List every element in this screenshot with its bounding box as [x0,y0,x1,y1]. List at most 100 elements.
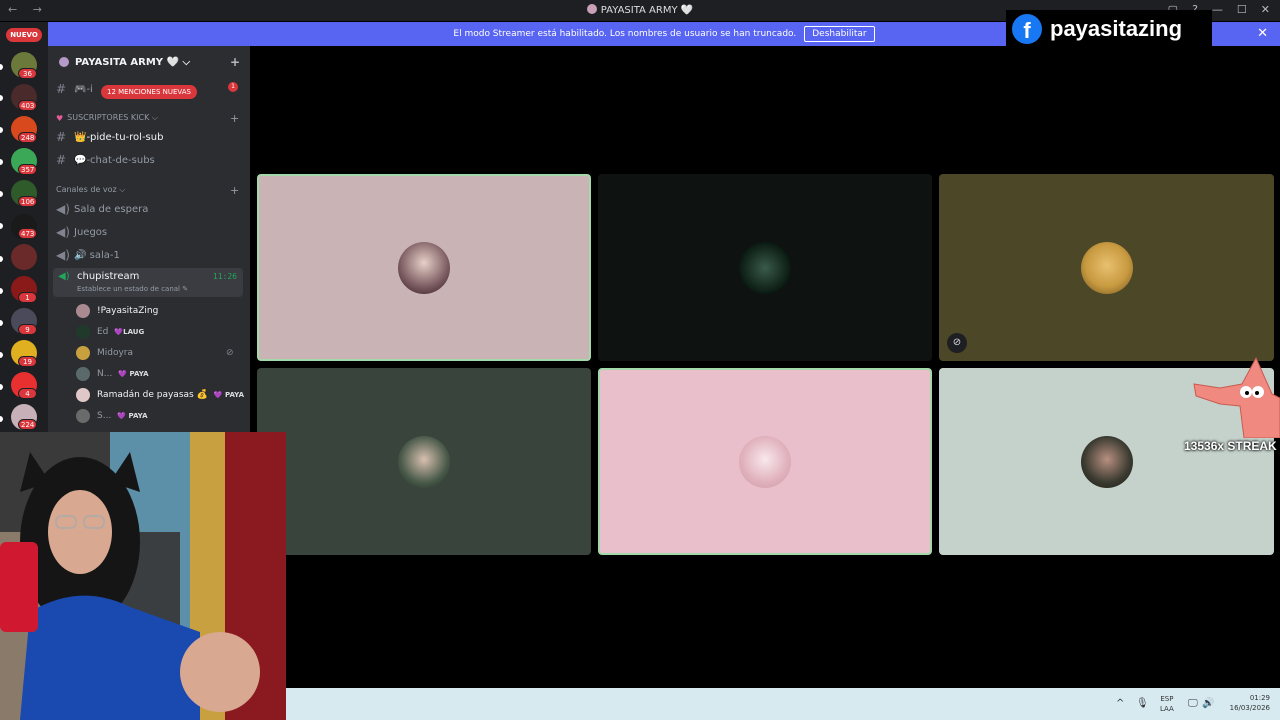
participant-avatar [739,241,791,294]
lang-bottom: LAA [1160,705,1174,713]
video-tile[interactable] [598,368,932,555]
avatar [76,409,90,423]
maximize-button[interactable]: ☐ [1237,3,1247,16]
network-icon[interactable]: 🖵 [1188,698,1198,709]
server-badge: 1 [18,292,37,303]
hash-icon: # [56,153,67,167]
unread-badge: 1 [228,82,238,92]
disable-streamer-button[interactable]: Deshabilitar [804,26,875,42]
mentions-pill[interactable]: 12 MENCIONES NUEVAS [101,85,197,99]
voice-user-name: Ed [97,327,109,337]
voice-channel-name: chupistream [77,271,140,282]
video-tile[interactable] [598,174,932,361]
voice-user-name: !PayasitaZing [97,306,159,316]
server-badge: 19 [18,356,37,367]
channel-item[interactable]: # 💬-chat-de-subs [56,153,155,167]
voice-user[interactable]: Midoyra ⊘ [76,346,234,360]
server-header[interactable]: PAYASITA ARMY 🤍 ⌵ + [48,46,250,78]
speaker-icon: ◀) [58,271,70,282]
channel-label: Sala de espera [74,203,149,215]
server-badge: 403 [18,100,38,111]
discord-stream-screen: ← → PAYASITA ARMY 🤍 ▢ ? — ☐ ✕ El modo St… [0,0,1280,720]
category-label: Canales de voz ⌵ [56,185,126,194]
language-indicator[interactable]: ESP LAA [1160,694,1174,714]
channel-label: Juegos [74,226,108,238]
voice-channel[interactable]: ◀) 🔊 sala-1 [56,248,120,262]
voice-user[interactable]: N... 💜 PAYA [76,367,149,381]
video-tile[interactable] [257,174,591,361]
channel-label: 🔊 sala-1 [74,249,120,261]
server-badge: 36 [18,68,37,79]
mic-icon[interactable]: 🎙 [1136,698,1149,709]
channel-item[interactable]: # 👑-pide-tu-rol-sub [56,130,163,144]
voice-user[interactable]: Ed 💜LAUG [76,325,144,339]
unread-pill [0,191,3,197]
channel-item[interactable]: # 🎮-i [56,82,93,96]
close-button[interactable]: ✕ [1261,3,1270,16]
voice-user[interactable]: S... 💜 PAYA [76,409,148,423]
unread-pill [0,320,3,326]
add-channel-icon[interactable]: + [230,184,239,197]
window-title: PAYASITA ARMY 🤍 [600,5,694,16]
muted-mic-icon: ⊘ [947,333,967,353]
channel-sidebar: PAYASITA ARMY 🤍 ⌵ + # 🎮-i 12 MENCIONES N… [48,46,250,432]
server-name: PAYASITA ARMY 🤍 ⌵ [75,56,191,68]
voice-user[interactable]: Ramadán de payasas 💰 💜 PAYA [76,388,244,402]
avatar [76,388,90,402]
server-badge: 357 [18,164,38,175]
heart-icon: ♥ [56,113,64,123]
active-voice-channel[interactable]: ◀) chupistream 11:26 Establece un estado… [53,268,243,297]
voice-channel[interactable]: ◀) Sala de espera [56,202,148,216]
voice-user-name: Midoyra [97,348,134,358]
deafened-icon: ⊘ [226,348,234,358]
video-tile[interactable]: ⊘ [939,174,1274,361]
webcam-overlay [0,432,286,720]
invite-icon[interactable]: + [230,55,240,69]
voice-timer: 11:26 [212,272,237,281]
hash-icon: # [56,82,67,96]
voice-user-tag: 💜LAUG [114,328,145,336]
unread-pill [0,64,3,70]
participant-avatar [398,435,450,488]
volume-icon[interactable]: 🔊 [1202,698,1214,709]
clock-date: 16/03/2026 [1229,704,1270,712]
avatar [76,346,90,360]
lang-top: ESP [1160,695,1174,703]
avatar [76,367,90,381]
unread-pill [0,352,3,358]
clock[interactable]: 01:29 16/03/2026 [1224,693,1270,713]
channel-label: 💬-chat-de-subs [74,154,155,166]
server-avatar [59,57,69,67]
unread-pill [0,159,3,165]
server-icon-7[interactable] [11,244,37,270]
server-icon [586,4,597,14]
participant-avatar [1080,435,1133,488]
channel-label: 👑-pide-tu-rol-sub [74,131,164,143]
clock-time: 01:29 [1249,694,1270,702]
video-tile[interactable] [257,368,591,555]
server-rail: NUEVO 36 403 248 357 106 473 1 9 19 4 22… [0,22,48,432]
new-badge[interactable]: NUEVO [6,28,42,42]
participant-avatar [398,241,450,294]
voice-channel[interactable]: ◀) Juegos [56,225,107,239]
unread-pill [0,288,3,294]
banner-close-icon[interactable]: ✕ [1257,26,1268,41]
voice-user-tag: 💜 PAYA [117,412,148,420]
category-voice[interactable]: Canales de voz ⌵ + [56,184,239,197]
tray-chevron-icon[interactable]: ^ [1116,698,1124,709]
patrick-sticker [1193,356,1280,438]
server-badge: 106 [18,196,38,207]
speaker-icon: ◀) [56,225,70,239]
participant-avatar [739,435,791,488]
unread-pill [0,256,3,262]
server-badge: 248 [18,132,38,143]
participant-avatar [1080,241,1133,294]
add-channel-icon[interactable]: + [230,112,239,125]
webcam-image [0,432,286,720]
minimize-button[interactable]: — [1212,3,1223,16]
speaker-icon: ◀) [56,202,70,216]
voice-user[interactable]: !PayasitaZing [76,304,158,318]
server-badge: 473 [18,228,38,239]
channel-status[interactable]: Establece un estado de canal ✎ [77,285,188,293]
category-subs[interactable]: ♥ SUSCRIPTORES KICK ⌵ + [56,112,239,125]
